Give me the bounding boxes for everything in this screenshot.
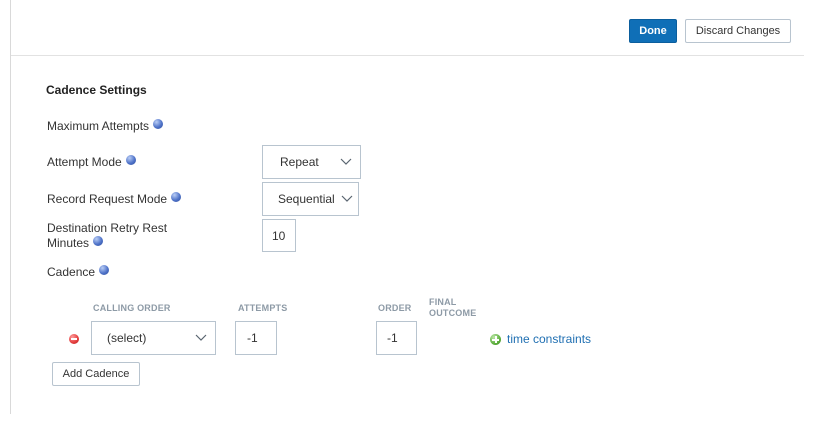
record-request-mode-value: Sequential [278, 192, 335, 206]
chevron-down-icon [340, 158, 352, 165]
chevron-down-icon [341, 195, 353, 202]
final-outcome-header: FINAL OUTCOME [429, 297, 476, 319]
chevron-down-icon [195, 334, 207, 341]
attempts-header: ATTEMPTS [238, 303, 288, 313]
retry-rest-input[interactable]: 10 [262, 219, 296, 252]
remove-icon[interactable] [69, 334, 79, 344]
final-outcome-header-line2: OUTCOME [429, 308, 477, 318]
calling-order-select[interactable]: (select) [91, 321, 216, 355]
add-cadence-button[interactable]: Add Cadence [52, 362, 140, 386]
final-outcome-header-line1: FINAL [429, 297, 457, 307]
done-button[interactable]: Done [629, 19, 677, 43]
help-icon[interactable] [125, 155, 136, 165]
calling-order-value: (select) [107, 331, 147, 345]
max-attempts-label: Maximum Attempts [47, 119, 150, 133]
record-request-mode-row: Record Request Mode [47, 192, 182, 207]
help-icon[interactable] [153, 119, 164, 129]
attempts-value: -1 [247, 331, 258, 345]
record-request-mode-label: Record Request Mode [47, 192, 168, 206]
attempt-mode-label: Attempt Mode [47, 155, 122, 169]
help-icon[interactable] [171, 192, 182, 202]
header-divider [11, 55, 804, 56]
add-icon[interactable] [490, 334, 501, 345]
attempts-input[interactable]: -1 [235, 321, 277, 355]
time-constraints-link[interactable]: time constraints [507, 332, 591, 346]
left-border [10, 0, 11, 414]
retry-rest-row: Destination Retry Rest Minutes [47, 221, 167, 251]
discard-changes-button[interactable]: Discard Changes [685, 19, 791, 43]
retry-rest-label-line1: Destination Retry Rest [47, 221, 168, 235]
attempt-mode-select[interactable]: Repeat [262, 145, 361, 179]
cadence-label: Cadence [47, 265, 96, 279]
section-title: Cadence Settings [46, 83, 147, 97]
max-attempts-row: Maximum Attempts [47, 119, 164, 134]
record-request-mode-select[interactable]: Sequential [262, 182, 359, 216]
attempt-mode-value: Repeat [280, 155, 319, 169]
order-header: ORDER [378, 303, 412, 313]
calling-order-header: CALLING ORDER [93, 303, 171, 313]
cadence-row: Cadence [47, 265, 110, 280]
help-icon[interactable] [93, 236, 104, 246]
retry-rest-label-line2: Minutes [47, 236, 90, 250]
help-icon[interactable] [99, 265, 110, 275]
order-input[interactable]: -1 [376, 321, 417, 355]
order-value: -1 [387, 331, 398, 345]
retry-rest-value: 10 [272, 228, 286, 243]
attempt-mode-row: Attempt Mode [47, 155, 136, 170]
